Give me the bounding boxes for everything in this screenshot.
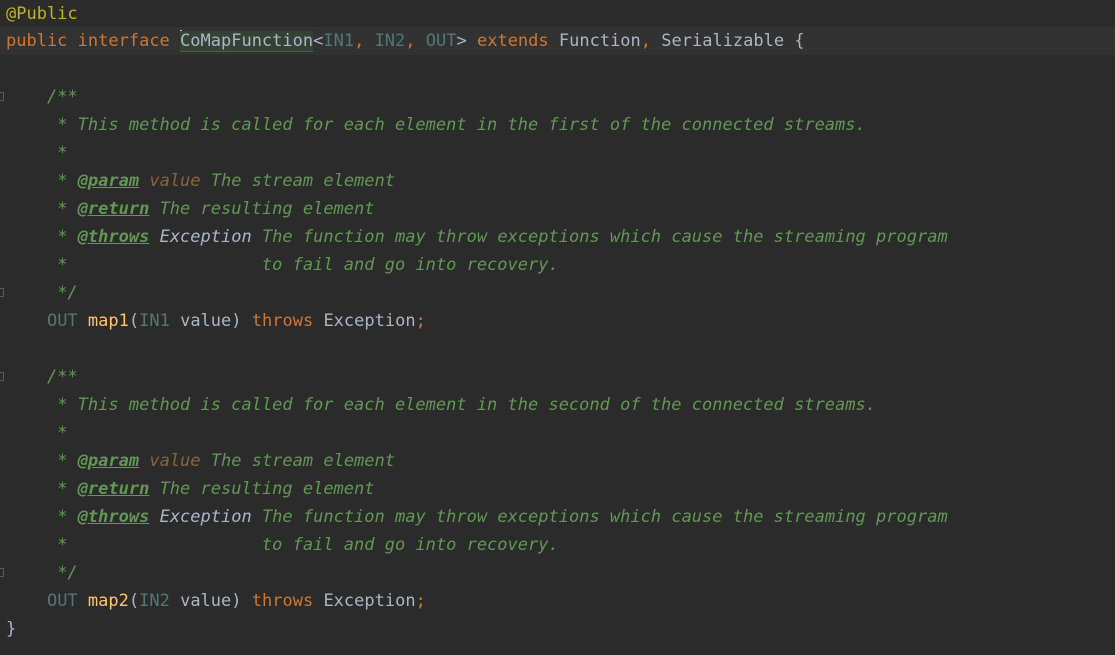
paren-close: ): [231, 311, 242, 331]
code-line-17[interactable]: * @param value The stream element: [0, 447, 1115, 475]
code-line-2[interactable]: public interface CoMapFunction<IN1, IN2,…: [0, 27, 1115, 55]
javadoc-star: *: [46, 479, 78, 499]
javadoc-blank: *: [46, 423, 68, 443]
type-param-out: OUT: [425, 31, 457, 51]
arg-type: IN2: [139, 591, 170, 611]
javadoc-tag-param[interactable]: @param: [78, 171, 139, 191]
javadoc-throws-continued: * to fail and go into recovery.: [46, 535, 559, 555]
javadoc-return-desc: The resulting element: [149, 479, 375, 499]
annotation-public: @Public: [6, 4, 78, 24]
close-brace: }: [6, 619, 17, 639]
comma: ,: [405, 31, 426, 51]
keyword-interface: interface: [77, 31, 170, 51]
javadoc-tag-return[interactable]: @return: [78, 479, 150, 499]
javadoc-blank: *: [46, 143, 68, 163]
keyword-extends: extends: [476, 31, 549, 51]
code-line-9[interactable]: * @throws Exception The function may thr…: [0, 223, 1115, 251]
return-type: OUT: [46, 591, 78, 611]
javadoc-param-name: value: [149, 171, 201, 191]
code-line-12[interactable]: OUT map1(IN1 value) throws Exception;: [0, 307, 1115, 335]
code-line-8[interactable]: * @return The resulting element: [0, 195, 1115, 223]
javadoc-description: * This method is called for each element…: [46, 115, 866, 135]
comma: ,: [354, 31, 375, 51]
javadoc-tag-return[interactable]: @return: [78, 199, 150, 219]
javadoc-throws-desc: The function may throw exceptions which …: [251, 227, 948, 247]
code-line-22[interactable]: OUT map2(IN2 value) throws Exception;: [0, 587, 1115, 615]
semicolon: ;: [415, 591, 426, 611]
javadoc-star: *: [46, 171, 78, 191]
arg-type: IN1: [139, 311, 170, 331]
code-line-23[interactable]: }: [0, 615, 1115, 643]
keyword-throws: throws: [251, 311, 314, 331]
javadoc-star: *: [46, 451, 78, 471]
javadoc-star: *: [46, 227, 78, 247]
type-param-in1: IN1: [323, 31, 355, 51]
open-brace: {: [794, 31, 805, 51]
javadoc-tag-throws[interactable]: @throws: [78, 227, 150, 247]
code-line-11[interactable]: */: [0, 279, 1115, 307]
fold-marker-icon[interactable]: [0, 568, 4, 577]
code-line-15[interactable]: * This method is called for each element…: [0, 391, 1115, 419]
fold-marker-icon[interactable]: [0, 372, 4, 381]
keyword-throws: throws: [251, 591, 314, 611]
javadoc-description: * This method is called for each element…: [46, 395, 876, 415]
code-line-21[interactable]: */: [0, 559, 1115, 587]
code-line-7[interactable]: * @param value The stream element: [0, 167, 1115, 195]
paren-open: (: [128, 591, 140, 611]
interface-serializable: Serializable: [661, 31, 785, 51]
method-name-map2[interactable]: map2: [88, 591, 129, 611]
method-name-map1[interactable]: map1: [88, 311, 129, 331]
javadoc-star: *: [46, 507, 78, 527]
type-param-in2: IN2: [374, 31, 406, 51]
comma: ,: [640, 31, 652, 51]
semicolon: ;: [415, 311, 426, 331]
javadoc-star: *: [46, 199, 78, 219]
javadoc-open: /**: [46, 87, 78, 107]
code-line-4[interactable]: /**: [0, 83, 1115, 111]
fold-marker-icon[interactable]: [0, 92, 4, 101]
javadoc-throws-type[interactable]: Exception: [160, 507, 252, 527]
exception-type[interactable]: Exception: [323, 311, 415, 331]
generic-close: >: [456, 31, 467, 51]
code-editor[interactable]: @Public public interface CoMapFunction<I…: [0, 0, 1115, 655]
javadoc-close: */: [46, 283, 78, 303]
code-line-1[interactable]: @Public: [0, 0, 1115, 28]
code-line-5[interactable]: * This method is called for each element…: [0, 111, 1115, 139]
paren-open: (: [128, 311, 140, 331]
javadoc-param-desc: The stream element: [200, 451, 395, 471]
fold-marker-icon[interactable]: [0, 288, 4, 297]
code-line-16[interactable]: *: [0, 419, 1115, 447]
code-line-14[interactable]: /**: [0, 363, 1115, 391]
interface-name[interactable]: CoMapFunction: [180, 31, 314, 52]
javadoc-throws-type[interactable]: Exception: [160, 227, 252, 247]
interface-function: Function: [558, 31, 641, 51]
javadoc-throws-continued: * to fail and go into recovery.: [46, 255, 559, 275]
javadoc-open: /**: [46, 367, 78, 387]
code-line-10[interactable]: * to fail and go into recovery.: [0, 251, 1115, 279]
generic-open: <: [313, 31, 324, 51]
exception-type[interactable]: Exception: [323, 591, 415, 611]
code-line-6[interactable]: *: [0, 139, 1115, 167]
javadoc-param-desc: The stream element: [200, 171, 395, 191]
arg-name: value: [169, 591, 232, 611]
code-line-19[interactable]: * @throws Exception The function may thr…: [0, 503, 1115, 531]
javadoc-param-name: value: [149, 451, 201, 471]
javadoc-close: */: [46, 563, 78, 583]
javadoc-tag-param[interactable]: @param: [78, 451, 139, 471]
return-type: OUT: [46, 311, 78, 331]
arg-name: value: [169, 311, 232, 331]
code-line-18[interactable]: * @return The resulting element: [0, 475, 1115, 503]
javadoc-return-desc: The resulting element: [149, 199, 375, 219]
paren-close: ): [231, 591, 242, 611]
javadoc-tag-throws[interactable]: @throws: [78, 507, 150, 527]
keyword-public: public: [6, 31, 68, 51]
code-line-20[interactable]: * to fail and go into recovery.: [0, 531, 1115, 559]
javadoc-throws-desc: The function may throw exceptions which …: [251, 507, 948, 527]
